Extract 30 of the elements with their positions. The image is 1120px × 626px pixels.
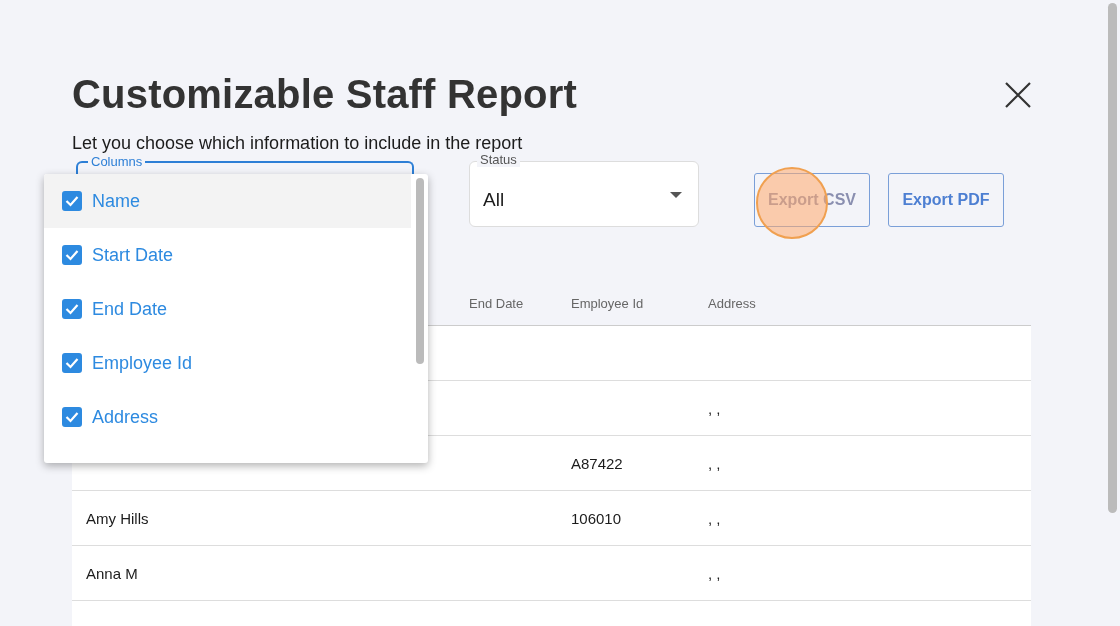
field-label: Status	[477, 152, 520, 167]
scrollbar[interactable]	[416, 178, 424, 364]
dialog-title: Customizable Staff Report	[72, 72, 578, 117]
table-cell: Amy Hills	[86, 509, 149, 527]
checkbox[interactable]	[62, 407, 82, 427]
menu-item[interactable]: Employee Id	[44, 336, 411, 390]
table-cell: , ,	[708, 454, 721, 472]
column-header[interactable]: Employee Id	[571, 295, 644, 311]
checkbox[interactable]	[62, 353, 82, 373]
table-cell: A87422	[571, 454, 623, 472]
checkbox[interactable]	[62, 299, 82, 319]
close-icon[interactable]	[1004, 80, 1032, 109]
table-cell: 106010	[571, 509, 622, 527]
field-label: Columns	[88, 154, 146, 169]
table-cell: , ,	[708, 399, 721, 417]
menu-item[interactable]: Start Date	[44, 228, 411, 282]
menu-item[interactable]: Name	[44, 174, 411, 228]
column-header[interactable]: End Date	[469, 295, 524, 311]
checkbox[interactable]	[62, 191, 82, 211]
table-cell: Anna M	[86, 564, 138, 582]
checkbox[interactable]	[62, 245, 82, 265]
menu-item[interactable]: Address	[44, 390, 411, 444]
column-header[interactable]: Address	[708, 295, 756, 311]
scrollbar[interactable]	[1108, 3, 1117, 513]
table-cell: , ,	[708, 564, 721, 582]
table-cell: , ,	[708, 509, 721, 527]
dialog-subtitle: Let you choose which information to include in the report	[72, 133, 524, 154]
menu-item[interactable]: End Date	[44, 282, 411, 336]
caret-icon[interactable]	[670, 192, 682, 198]
export-button[interactable]: Export PDF	[888, 173, 1004, 227]
